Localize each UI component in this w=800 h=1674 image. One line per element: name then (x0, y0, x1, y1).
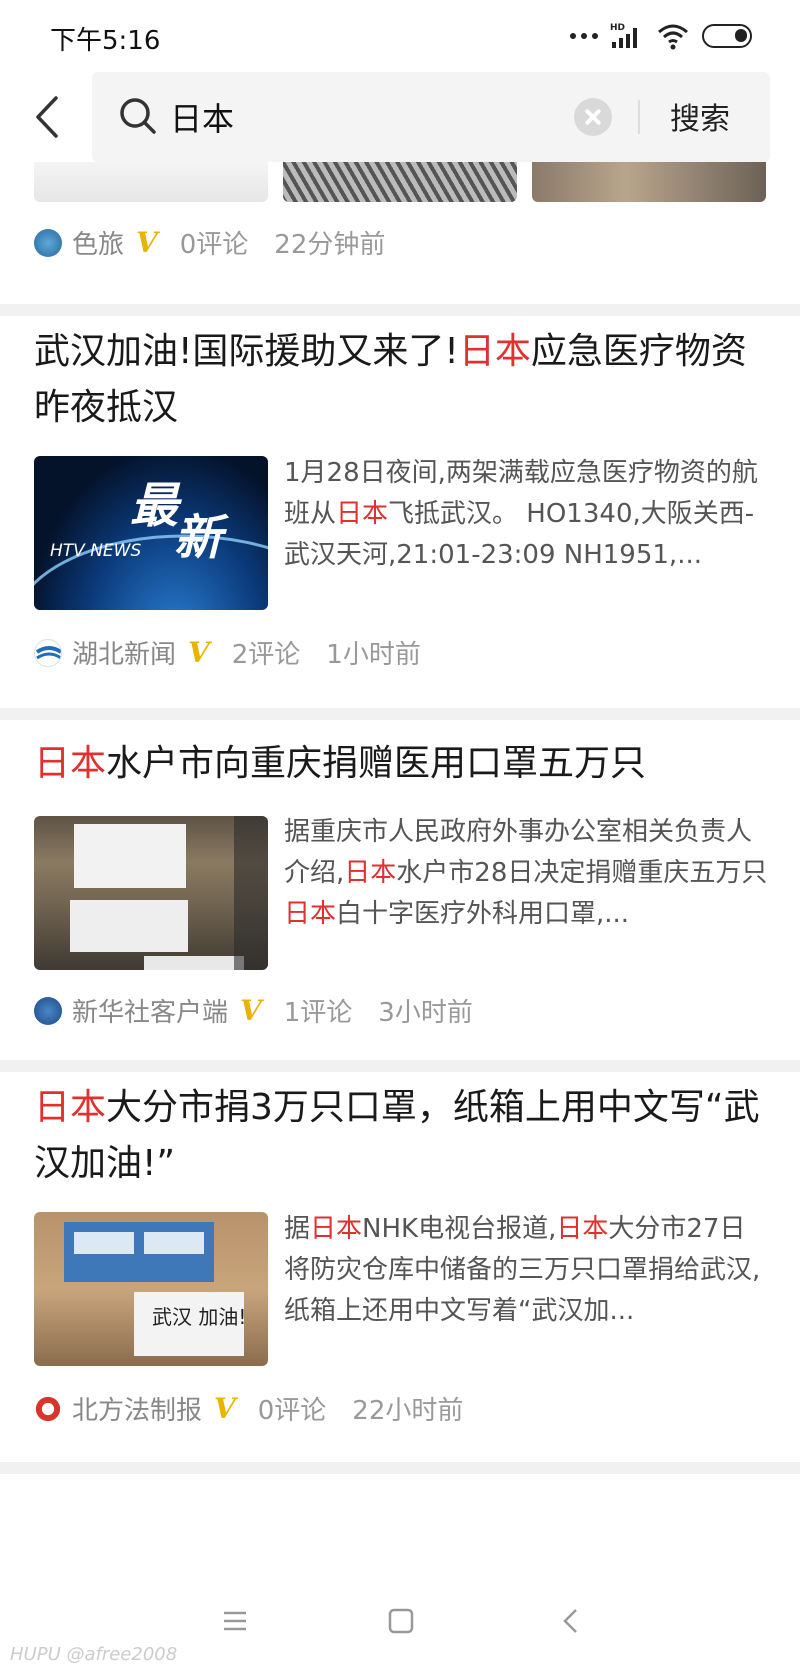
list-item[interactable]: 武汉加油!国际援助又来了!日本应急医疗物资昨夜抵汉 最 新 HTV NEWS 1… (0, 316, 800, 708)
thumbnail (532, 162, 766, 202)
source-name[interactable]: 北方法制报 (72, 1390, 202, 1427)
thumb-text-bottom: 新 (174, 510, 229, 566)
thumbnail (283, 162, 517, 202)
article-meta: 色旅 V 0评论 22分钟前 (34, 224, 385, 261)
battery-icon (702, 24, 752, 48)
more-dots-icon (570, 33, 598, 39)
status-icons: HD (570, 22, 752, 50)
search-input[interactable]: 日本 (170, 94, 234, 140)
source-name[interactable]: 新华社客户端 (72, 992, 228, 1029)
signal-icon: HD (610, 23, 637, 48)
search-box[interactable]: 日本 搜索 (92, 72, 770, 162)
divider (0, 304, 800, 316)
divider (0, 1462, 800, 1474)
list-item[interactable]: 日本水户市向重庆捐赠医用口罩五万只 据重庆市人民政府外事办公室相关负责人介绍,日… (0, 720, 800, 1060)
source-avatar (34, 1394, 62, 1423)
title-text: 大分市捐3万只口罩，纸箱上用中文写“武汉加油!” (34, 1087, 760, 1184)
status-bar: 下午5:16 HD (0, 0, 800, 72)
wifi-icon (658, 24, 688, 50)
results-feed[interactable]: 色旅 V 0评论 22分钟前 武汉加油!国际援助又来了!日本应急医疗物资昨夜抵汉… (0, 162, 800, 1580)
status-time: 下午5:16 (50, 26, 161, 56)
watermark: HUPU @afree2008 (10, 1644, 178, 1665)
keyword-highlight: 日本 (458, 331, 531, 372)
search-icon (120, 98, 156, 134)
article-summary: 据日本NHK电视台报道,日本大分市27日将防灾仓库中储备的三万只口罩捐给武汉,纸… (284, 1209, 768, 1335)
search-divider (638, 100, 640, 134)
article-meta: 湖北新闻 V 2评论 1小时前 (34, 634, 421, 671)
home-icon[interactable] (386, 1606, 416, 1636)
article-title[interactable]: 日本大分市捐3万只口罩，纸箱上用中文写“武汉加油!” (34, 1080, 764, 1192)
source-avatar (34, 638, 62, 667)
box-label: 武汉 加油! (152, 1305, 246, 1329)
publish-time: 1小时前 (326, 640, 421, 670)
keyword-highlight: 日本 (34, 1087, 107, 1128)
summary-text: 水户市28日决定捐赠重庆五万只 (396, 858, 768, 888)
title-text: 水户市向重庆捐赠医用口罩五万只 (106, 743, 647, 784)
menu-icon[interactable] (220, 1606, 250, 1636)
thumbnail[interactable]: 武汉 加油! (34, 1212, 268, 1366)
news-logo-image: 最 新 HTV NEWS (34, 478, 268, 586)
hd-label: HD (610, 23, 625, 33)
back-arrow-icon[interactable] (28, 92, 68, 142)
verified-badge: V (188, 636, 210, 669)
comment-count: 2评论 (231, 640, 301, 670)
comment-count: 0评论 (179, 230, 249, 260)
list-item[interactable]: 色旅 V 0评论 22分钟前 (0, 162, 800, 304)
comment-count: 0评论 (257, 1396, 327, 1426)
article-meta: 北方法制报 V 0评论 22小时前 (34, 1390, 463, 1427)
publish-time: 22小时前 (352, 1396, 464, 1426)
summary-text: NHK电视台报道, (362, 1214, 557, 1244)
back-icon[interactable] (556, 1606, 586, 1636)
article-meta: 新华社客户端 V 1评论 3小时前 (34, 992, 473, 1029)
source-avatar (34, 996, 62, 1025)
article-title[interactable]: 日本水户市向重庆捐赠医用口罩五万只 (34, 736, 764, 792)
clear-icon[interactable] (574, 98, 612, 136)
mask-boxes-image (70, 816, 268, 970)
publish-time: 22分钟前 (274, 230, 386, 260)
article-summary: 据重庆市人民政府外事办公室相关负责人介绍,日本水户市28日决定捐赠重庆五万只日本… (284, 812, 768, 938)
summary-text: 白十字医疗外科用口罩,... (336, 899, 630, 929)
search-button[interactable]: 搜索 (670, 94, 730, 138)
article-summary: 1月28日夜间,两架满载应急医疗物资的航班从日本飞抵武汉。 HO1340,大阪关… (284, 453, 768, 579)
verified-badge: V (240, 994, 262, 1027)
summary-text: 据 (284, 1214, 311, 1244)
keyword-highlight: 日本 (336, 499, 389, 529)
article-title[interactable]: 武汉加油!国际援助又来了!日本应急医疗物资昨夜抵汉 (34, 324, 764, 436)
title-text: 武汉加油!国际援助又来了! (34, 331, 459, 372)
divider (0, 708, 800, 720)
keyword-highlight: 日本 (310, 1214, 363, 1244)
divider (0, 1060, 800, 1072)
keyword-highlight: 日本 (34, 743, 107, 784)
search-header: 日本 搜索 (0, 72, 800, 162)
list-item[interactable]: 日本大分市捐3万只口罩，纸箱上用中文写“武汉加油!” 武汉 加油! 据日本NHK… (0, 1072, 800, 1462)
source-name[interactable]: 湖北新闻 (72, 634, 176, 671)
keyword-highlight: 日本 (344, 858, 397, 888)
comment-count: 1评论 (283, 998, 353, 1028)
source-name[interactable]: 色旅 (72, 224, 124, 261)
verified-badge: V (136, 226, 158, 259)
keyword-highlight: 日本 (284, 899, 337, 929)
thumbnail (34, 162, 268, 202)
keyword-highlight: 日本 (556, 1214, 609, 1244)
source-avatar (34, 228, 62, 257)
mask-box-image: 武汉 加油! (64, 1222, 246, 1356)
verified-badge: V (214, 1392, 236, 1425)
thumbnail[interactable]: 最 新 HTV NEWS (34, 456, 268, 610)
publish-time: 3小时前 (378, 998, 473, 1028)
thumbnail[interactable] (34, 816, 268, 970)
thumb-brand: HTV NEWS (50, 541, 141, 561)
